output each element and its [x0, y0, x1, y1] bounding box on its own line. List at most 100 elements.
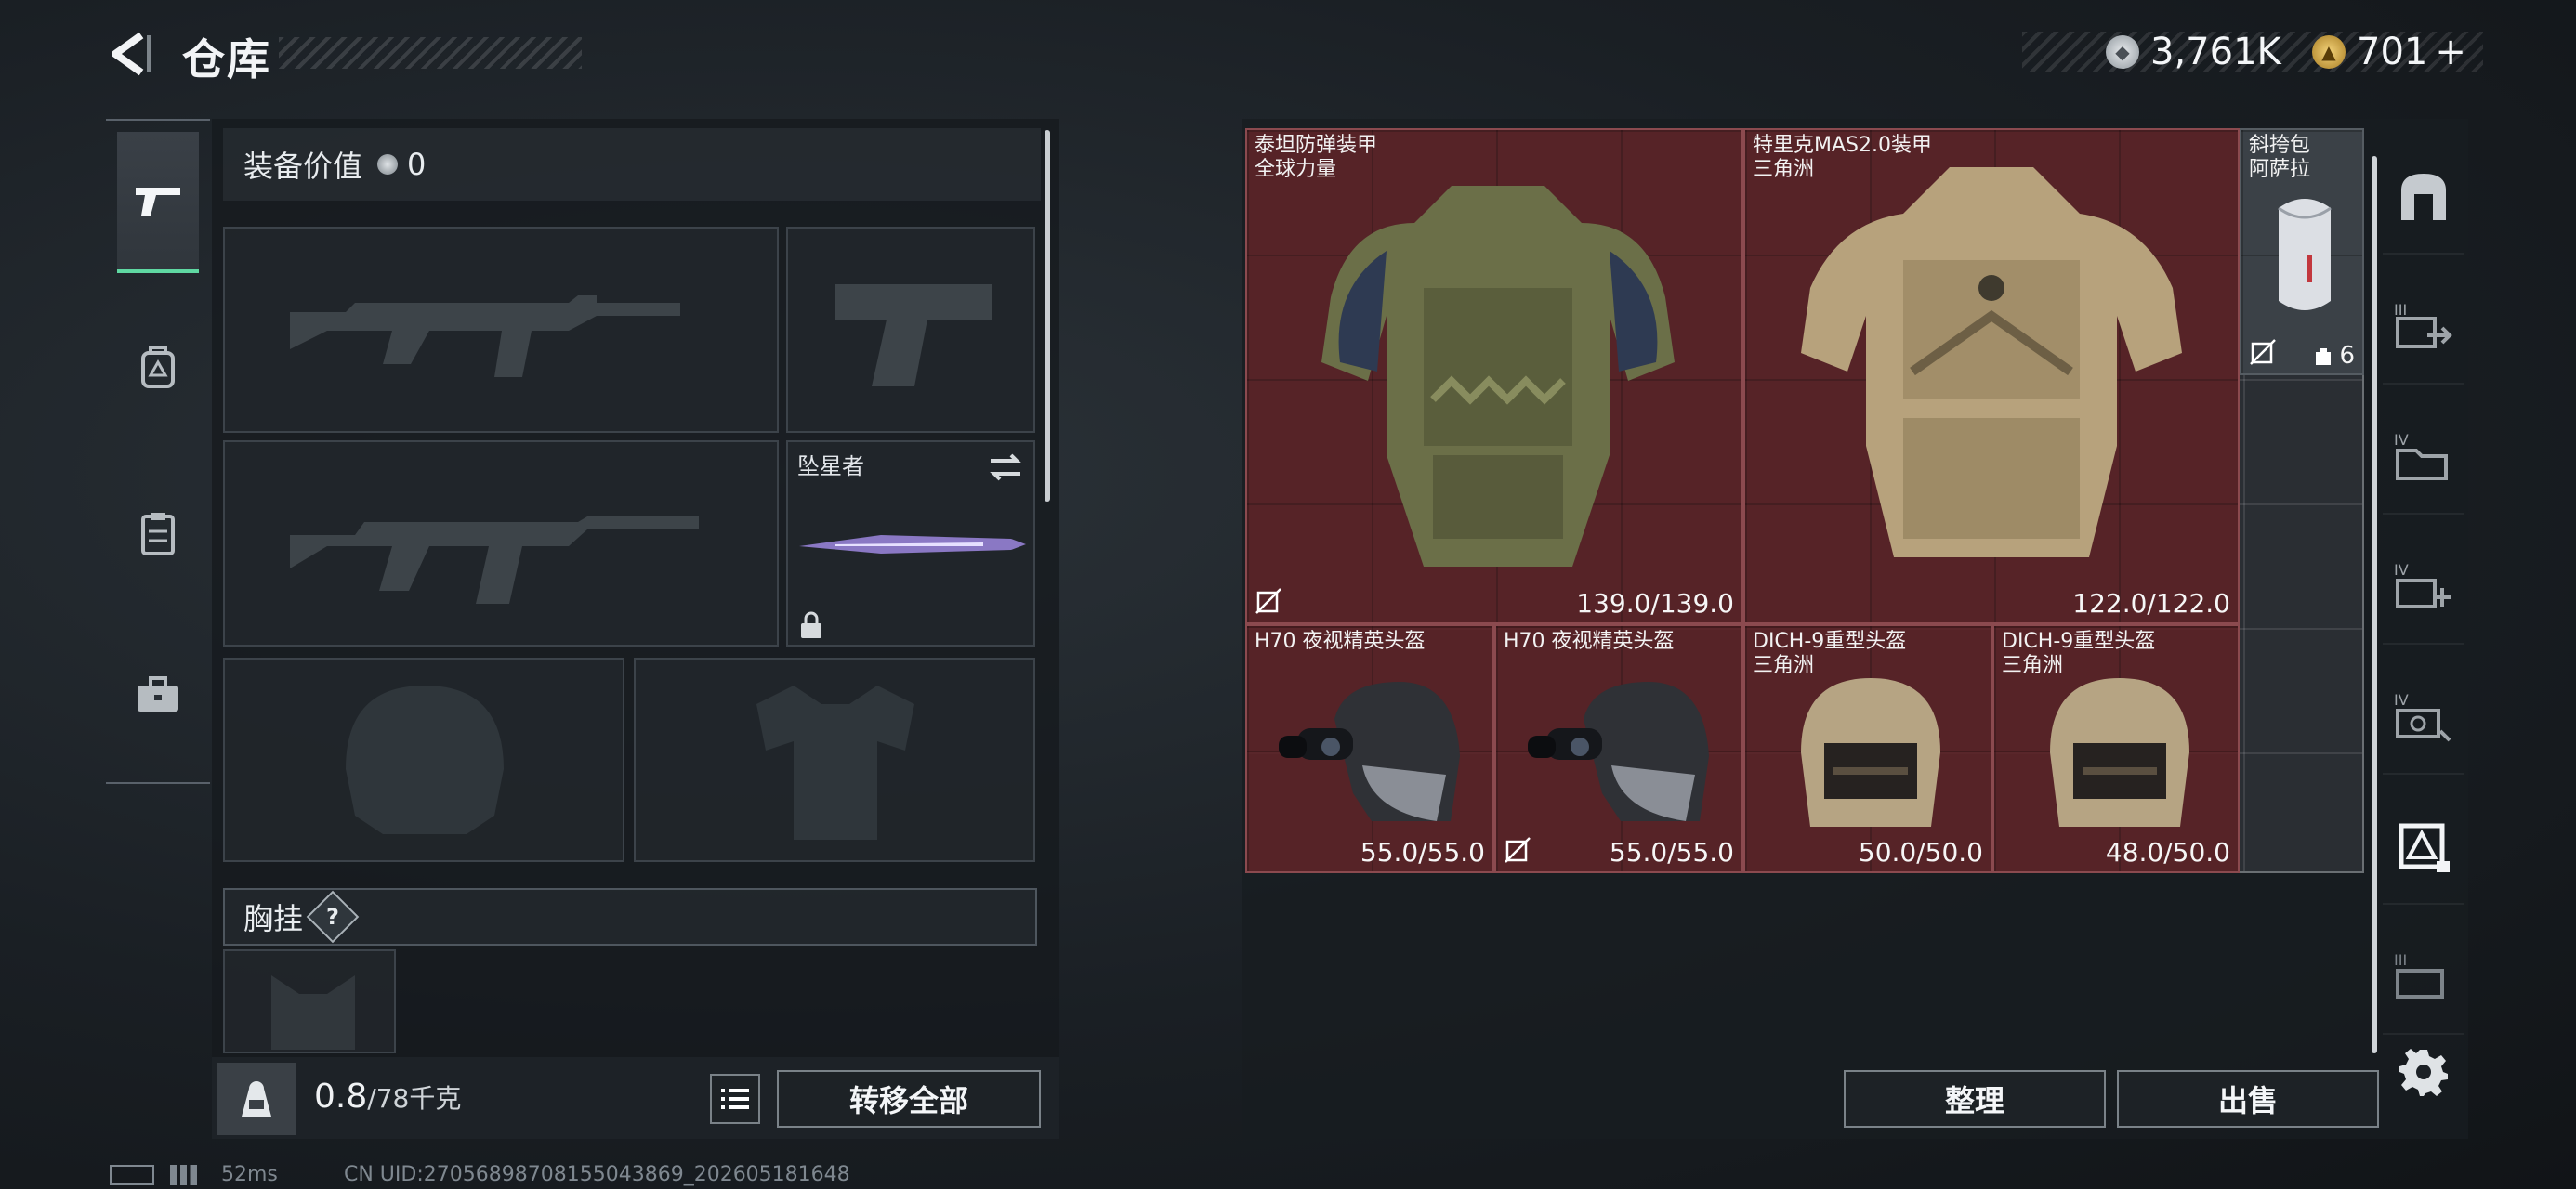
- backpack-icon: [141, 346, 175, 388]
- helmet-silhouette-icon: [346, 686, 504, 834]
- svg-text:III: III: [2394, 301, 2407, 319]
- storage-iii-icon: III: [2394, 951, 2444, 999]
- storage-item-dich9-helmet[interactable]: DICH-9重型头盔 三角洲 48.0/50.0: [1992, 624, 2240, 873]
- sell-button[interactable]: 出售: [2117, 1070, 2379, 1128]
- storage-item-h70-helmet[interactable]: H70 夜视精英头盔 55.0/55.0: [1245, 624, 1494, 873]
- armor-silhouette-icon: [756, 686, 914, 840]
- equipment-value: 0: [407, 147, 427, 182]
- item-capacity: 6: [2313, 342, 2355, 370]
- pistol-slot[interactable]: [786, 227, 1035, 433]
- nav-safe-box[interactable]: [2383, 139, 2464, 255]
- equipment-value-label: 装备价值: [243, 149, 363, 184]
- page-title: 仓库: [182, 34, 271, 85]
- transfer-all-button[interactable]: 转移全部: [777, 1070, 1041, 1128]
- weight-display: 0.8/78千克: [314, 1078, 461, 1116]
- armor-slot[interactable]: [634, 658, 1035, 862]
- storage-item-sling-bag[interactable]: 斜挎包 阿萨拉 6: [2240, 128, 2364, 375]
- help-icon: ?: [326, 903, 339, 930]
- add-premium-button[interactable]: +: [2435, 31, 2466, 73]
- storage-item-titan-armor[interactable]: 泰坦防弹装甲 全球力量 139.0/139.0: [1245, 128, 1743, 624]
- uid-text: CN UID:27056898708155043869_202605181648: [344, 1163, 850, 1186]
- primary-weapon-slot[interactable]: [223, 227, 779, 433]
- coin-icon: ◆: [2106, 35, 2139, 69]
- sort-button[interactable]: 整理: [1844, 1070, 2106, 1128]
- knife-image: [799, 535, 1026, 554]
- weight-max: /78千克: [367, 1083, 462, 1114]
- premium-value: 701: [2357, 31, 2428, 73]
- svg-text:IV: IV: [2394, 431, 2409, 449]
- weight-current: 0.8: [314, 1078, 368, 1116]
- helmet-slot[interactable]: [223, 658, 624, 862]
- item-durability: 48.0/50.0: [2105, 837, 2230, 868]
- chest-rig-silhouette-icon: [271, 975, 355, 1050]
- storage-item-h70-helmet[interactable]: H70 夜视精英头盔 55.0/55.0: [1494, 624, 1743, 873]
- storage-delta-icon: [2399, 823, 2450, 872]
- sling-bag-image: [2278, 199, 2332, 310]
- storage-item-mas-armor[interactable]: 特里克MAS2.0装甲 三角洲 122.0/122.0: [1743, 128, 2240, 624]
- status-bar: 52ms: [110, 1163, 278, 1186]
- nav-storage-iv-add[interactable]: IV: [2383, 529, 2464, 645]
- coin-balance[interactable]: ◆ 3,761K: [2106, 28, 2281, 76]
- premium-balance[interactable]: ▲ 701 +: [2312, 28, 2466, 76]
- item-name: 斜挎包 阿萨拉: [2249, 134, 2311, 181]
- pistol-icon: [136, 188, 180, 216]
- nav-storage-iii-transfer[interactable]: III: [2383, 269, 2464, 385]
- coin-value: 3,761K: [2150, 31, 2281, 73]
- secondary-weapon-slot[interactable]: [223, 440, 779, 647]
- latency-text: 52ms: [221, 1163, 278, 1186]
- tab-weapons[interactable]: [117, 132, 199, 273]
- heavy-helmet-image: [2050, 678, 2189, 827]
- safe-box-icon: [2401, 174, 2446, 220]
- battery-icon: [110, 1165, 154, 1185]
- heavy-helmet-image: [1801, 678, 1940, 827]
- list-view-button[interactable]: [710, 1074, 760, 1124]
- capacity-bag-icon: [2316, 348, 2332, 365]
- storage-iv-add-icon: IV: [2394, 561, 2451, 608]
- chest-rig-header: 胸挂 ?: [223, 888, 1037, 946]
- rifle-silhouette-icon: [290, 295, 680, 377]
- night-vision-helmet-image: [1279, 682, 1460, 821]
- nav-storage-iii[interactable]: III: [2383, 920, 2464, 1035]
- storage-scrollbar[interactable]: [2372, 156, 2377, 1053]
- lock-icon: [801, 611, 821, 638]
- loadout-scrollbar[interactable]: [1045, 130, 1050, 502]
- clipboard-icon: [141, 513, 175, 555]
- item-durability: 55.0/55.0: [1360, 837, 1485, 868]
- signal-icon: [170, 1165, 204, 1185]
- toolbox-icon: [138, 676, 178, 712]
- pistol-silhouette-icon: [835, 284, 992, 386]
- nav-storage-iv-folder[interactable]: IV: [2383, 399, 2464, 515]
- no-insurance-icon: [1505, 837, 1531, 863]
- svg-text:III: III: [2394, 951, 2407, 969]
- back-arrow-icon: [112, 32, 151, 76]
- armor-vest-image: [1321, 186, 1675, 567]
- storage-iv-exchange-icon: IV: [2394, 691, 2451, 742]
- storage-iii-transfer-icon: III: [2394, 301, 2452, 348]
- nav-storage-delta[interactable]: [2383, 790, 2464, 905]
- settings-button[interactable]: [2399, 1048, 2448, 1096]
- premium-coin-icon: ▲: [2312, 35, 2346, 69]
- item-name: H70 夜视精英头盔: [1504, 630, 1675, 653]
- tab-equipment[interactable]: [117, 297, 199, 438]
- item-durability: 55.0/55.0: [1609, 837, 1734, 868]
- chest-rig-label: 胸挂: [243, 901, 304, 936]
- list-icon: [721, 1089, 749, 1109]
- swap-icon[interactable]: [987, 451, 1024, 483]
- gear-icon: [2399, 1049, 2448, 1096]
- no-insurance-icon: [2250, 339, 2276, 365]
- tab-consumables[interactable]: [117, 463, 199, 604]
- storage-item-dich9-helmet[interactable]: DICH-9重型头盔 三角洲 50.0/50.0: [1743, 624, 1992, 873]
- nav-storage-iv-exchange[interactable]: IV: [2383, 660, 2464, 775]
- tab-tools[interactable]: [117, 624, 199, 765]
- melee-slot[interactable]: 坠星者: [786, 440, 1035, 647]
- back-button[interactable]: [104, 28, 156, 80]
- no-insurance-icon: [1255, 588, 1281, 614]
- chest-rig-slot[interactable]: [223, 949, 396, 1053]
- help-button[interactable]: ?: [306, 890, 360, 944]
- equipment-value-bar: 装备价值 0: [223, 128, 1041, 201]
- item-durability: 50.0/50.0: [1858, 837, 1983, 868]
- weight-icon: [217, 1063, 296, 1135]
- svg-text:IV: IV: [2394, 691, 2409, 709]
- rifle-silhouette-icon: [290, 516, 699, 604]
- item-durability: 139.0/139.0: [1576, 588, 1734, 619]
